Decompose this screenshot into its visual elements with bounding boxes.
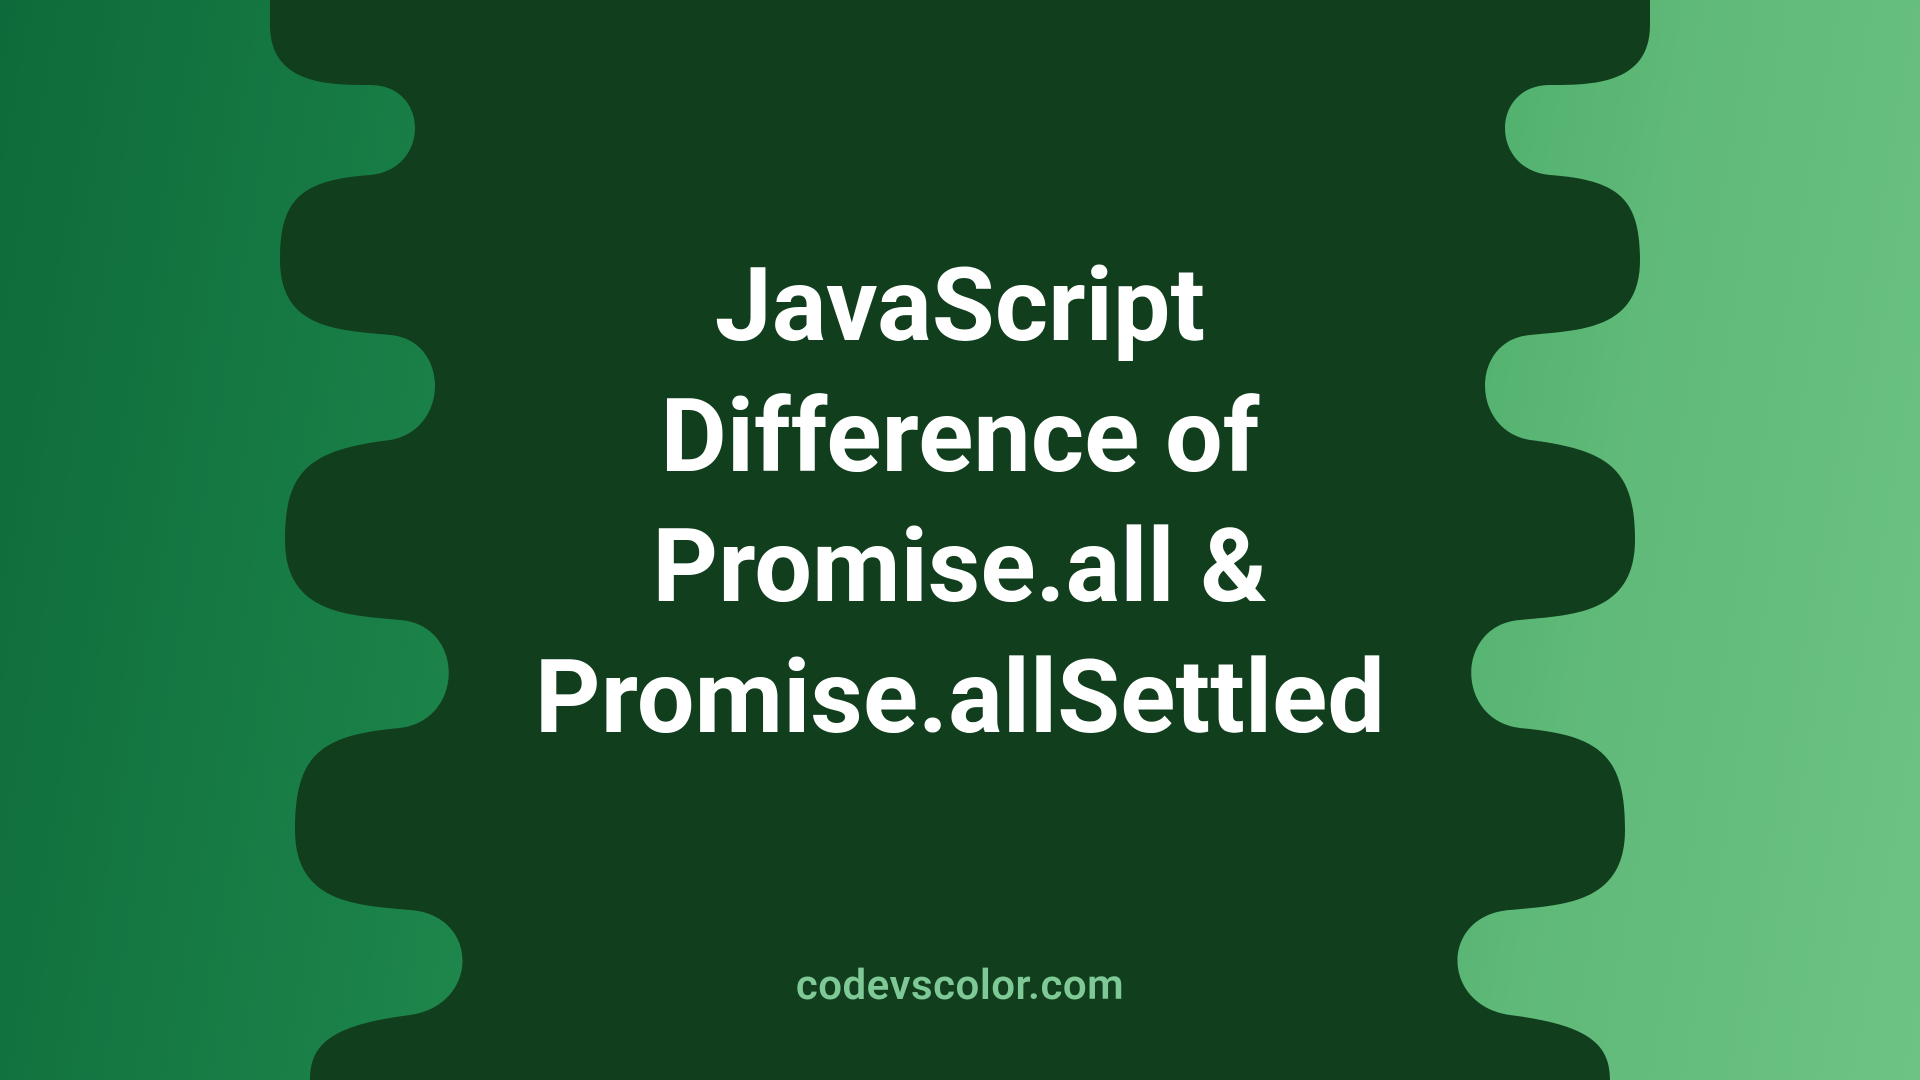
hero-card: JavaScript Difference of Promise.all & P… [0, 0, 1920, 1080]
site-credit: codevscolor.com [0, 961, 1920, 1010]
hero-title: JavaScript Difference of Promise.all & P… [0, 240, 1920, 762]
